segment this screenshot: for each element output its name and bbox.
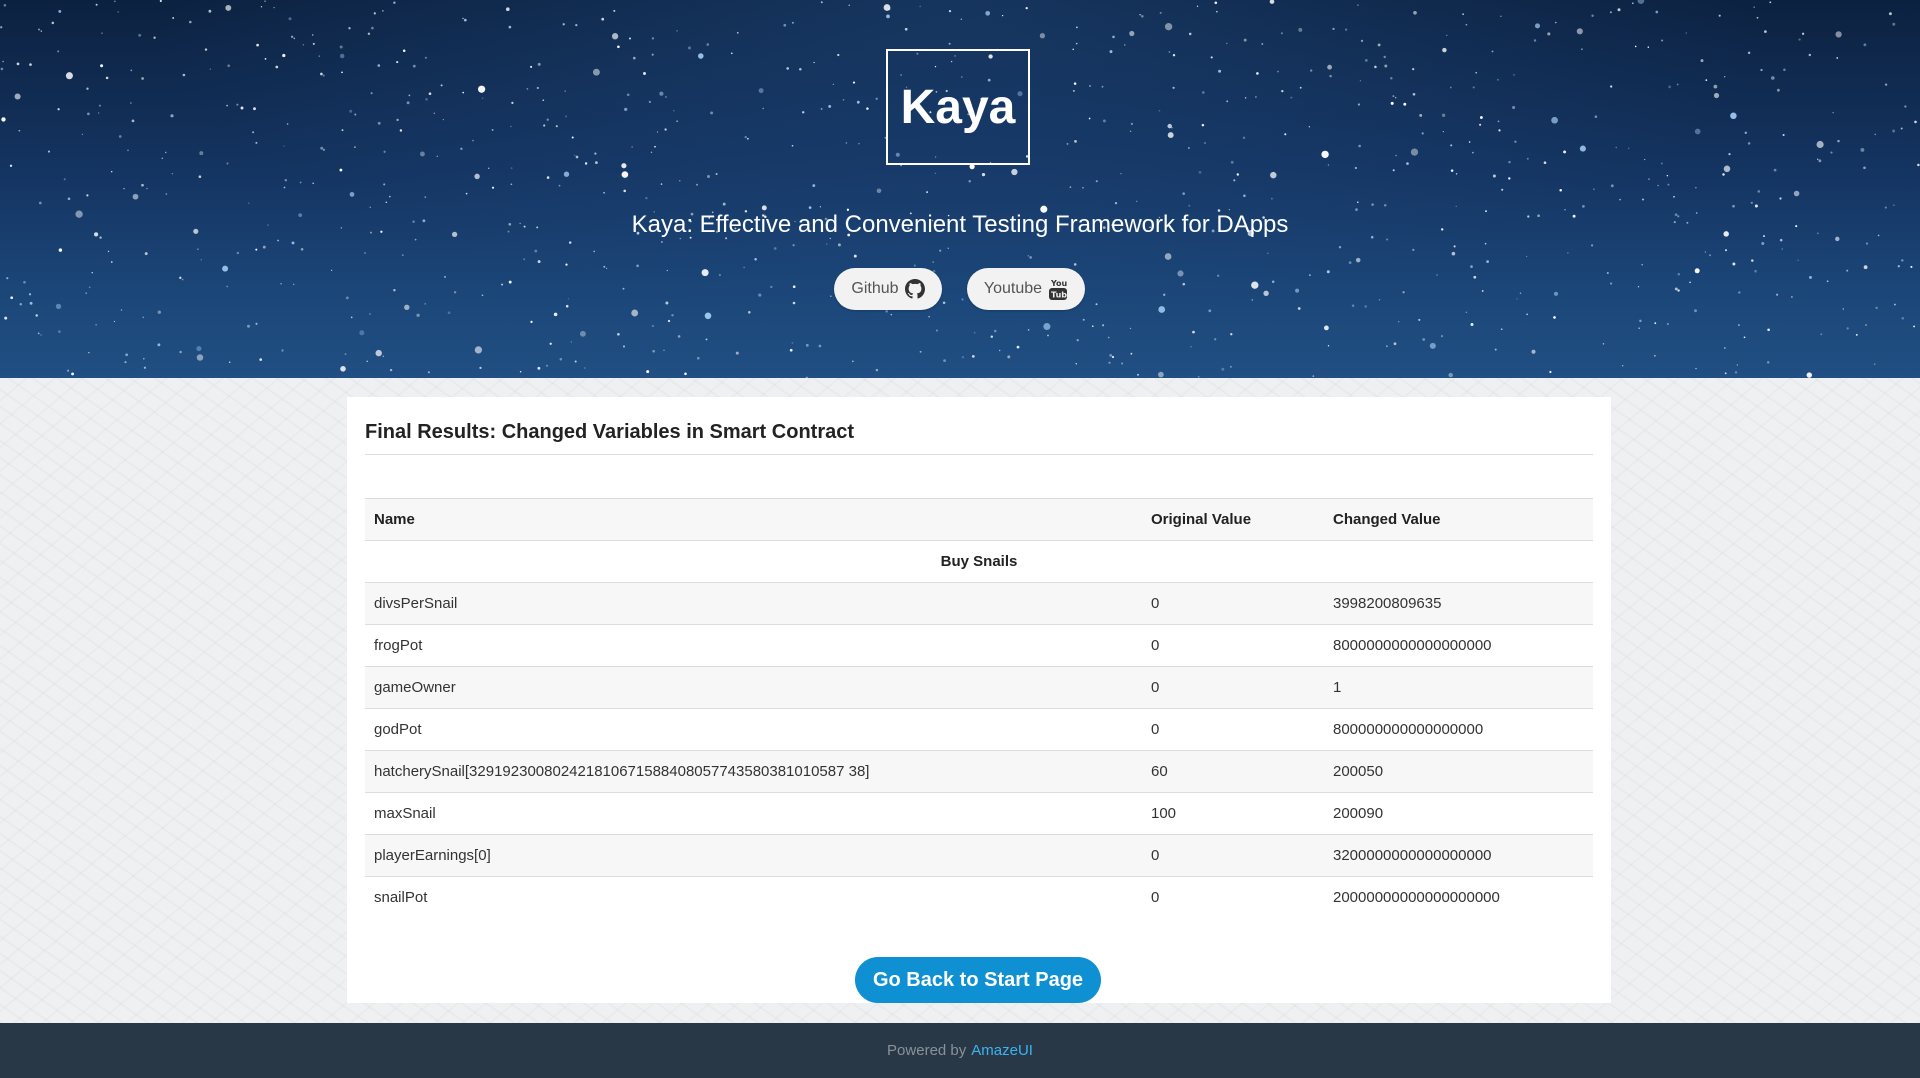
column-header-original-value: Original Value xyxy=(1142,498,1324,541)
group-label: Buy Snails xyxy=(365,540,1593,583)
table-row: godPot 0 800000000000000000 xyxy=(365,708,1593,751)
group-row: Buy Snails xyxy=(365,540,1593,583)
cell-changed-value: 200090 xyxy=(1324,792,1593,835)
table-row: hatcherySnail[32919230080242181067158840… xyxy=(365,750,1593,793)
cell-changed-value: 3200000000000000000 xyxy=(1324,834,1593,877)
cell-name: gameOwner xyxy=(365,666,1142,709)
logo: Kaya xyxy=(886,49,1030,165)
table-header-row: Name Original Value Changed Value xyxy=(365,498,1593,541)
cell-original-value: 100 xyxy=(1142,792,1324,835)
cell-original-value: 0 xyxy=(1142,708,1324,751)
youtube-button-label: Youtube xyxy=(983,280,1043,297)
github-button-label: Github xyxy=(851,280,899,297)
cell-name: playerEarnings[0] xyxy=(365,834,1142,877)
cell-name: frogPot xyxy=(365,624,1142,667)
cell-original-value: 0 xyxy=(1142,876,1324,918)
github-button[interactable]: Github xyxy=(834,268,942,310)
cell-original-value: 0 xyxy=(1142,582,1324,625)
cell-name: divsPerSnail xyxy=(365,582,1142,625)
amazeui-link[interactable]: AmazeUI xyxy=(971,1042,1033,1059)
github-icon xyxy=(904,279,925,299)
cell-original-value: 0 xyxy=(1142,834,1324,877)
title-divider xyxy=(365,454,1593,455)
table-row: maxSnail 100 200090 xyxy=(365,792,1593,835)
footer: Powered by AmazeUI xyxy=(0,1023,1920,1078)
go-back-button[interactable]: Go Back to Start Page xyxy=(855,957,1101,1003)
svg-text:You: You xyxy=(1050,279,1068,288)
cell-original-value: 60 xyxy=(1142,750,1324,793)
cell-name: snailPot xyxy=(365,876,1142,918)
cell-changed-value: 3998200809635 xyxy=(1324,582,1593,625)
table-row: gameOwner 0 1 xyxy=(365,666,1593,709)
cell-original-value: 0 xyxy=(1142,666,1324,709)
tagline: Kaya: Effective and Convenient Testing F… xyxy=(631,211,1289,238)
column-header-name: Name xyxy=(365,498,1142,541)
youtube-icon: You Tube xyxy=(1049,279,1068,300)
results-title: Final Results: Changed Variables in Smar… xyxy=(365,421,855,443)
cell-changed-value: 20000000000000000000 xyxy=(1324,876,1593,918)
logo-text: Kaya xyxy=(900,80,1016,134)
column-header-changed-value: Changed Value xyxy=(1324,498,1593,541)
cell-name: godPot xyxy=(365,708,1142,751)
hero-header: Kaya Kaya: Effective and Convenient Test… xyxy=(0,0,1920,378)
cell-name: maxSnail xyxy=(365,792,1142,835)
table-row: snailPot 0 20000000000000000000 xyxy=(365,876,1593,918)
cell-changed-value: 800000000000000000 xyxy=(1324,708,1593,751)
cell-changed-value: 200050 xyxy=(1324,750,1593,793)
cell-name: hatcherySnail[32919230080242181067158840… xyxy=(365,750,1142,793)
svg-text:Tube: Tube xyxy=(1051,291,1068,300)
results-card: Final Results: Changed Variables in Smar… xyxy=(347,397,1611,1003)
table-row: divsPerSnail 0 3998200809635 xyxy=(365,582,1593,625)
cell-changed-value: 1 xyxy=(1324,666,1593,709)
table-row: frogPot 0 8000000000000000000 xyxy=(365,624,1593,667)
youtube-button[interactable]: Youtube You Tube xyxy=(967,268,1085,310)
cell-changed-value: 8000000000000000000 xyxy=(1324,624,1593,667)
cell-original-value: 0 xyxy=(1142,624,1324,667)
table-row: playerEarnings[0] 0 3200000000000000000 xyxy=(365,834,1593,877)
footer-prefix: Powered by xyxy=(887,1042,967,1059)
results-table: Name Original Value Changed Value Buy Sn… xyxy=(365,498,1593,918)
